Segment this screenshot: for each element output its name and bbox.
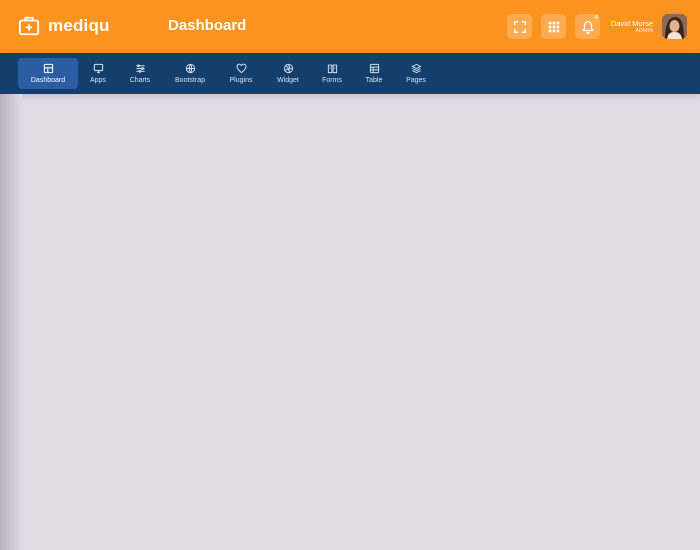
globe-icon (185, 63, 195, 73)
table-icon (369, 63, 379, 73)
nav-item-dashboard[interactable]: Dashboard (18, 58, 78, 89)
nav-label: Forms (322, 76, 342, 84)
heart-icon (236, 63, 246, 73)
nav-item-forms[interactable]: Forms (318, 58, 346, 89)
nav-label: Dashboard (30, 76, 66, 84)
nav-label: Widget (277, 76, 299, 84)
monitor-icon (93, 63, 103, 73)
main-navigation: Dashboard Apps Charts Bootstrap Plugins … (0, 53, 700, 94)
nav-label: Plugins (229, 76, 253, 84)
notification-count-badge: 4 (594, 15, 598, 21)
medical-kit-icon (18, 16, 40, 36)
bell-icon (581, 20, 594, 34)
fullscreen-button[interactable] (507, 14, 532, 39)
avatar[interactable] (662, 14, 687, 39)
dashboard-icon (43, 63, 53, 73)
nav-item-pages[interactable]: Pages (402, 58, 430, 89)
main-content (22, 94, 700, 550)
user-name: David Morse (610, 19, 653, 28)
nav-item-table[interactable]: Table (360, 58, 388, 89)
nav-item-plugins[interactable]: Plugins (224, 58, 258, 89)
sidebar-shadow (0, 94, 22, 550)
nav-label: Apps (90, 76, 106, 84)
nav-label: Pages (406, 76, 426, 84)
sliders-icon (135, 63, 145, 73)
page-title: Dashboard (168, 17, 247, 34)
nav-label: Table (365, 76, 383, 84)
user-photo (662, 14, 687, 39)
user-info[interactable]: David Morse ADMIN (611, 19, 653, 35)
apps-grid-button[interactable] (541, 14, 566, 39)
fullscreen-icon (513, 20, 526, 33)
nav-item-bootstrap[interactable]: Bootstrap (168, 58, 212, 89)
nav-item-charts[interactable]: Charts (124, 58, 156, 89)
layers-icon (410, 63, 422, 73)
nav-item-apps[interactable]: Apps (82, 58, 114, 89)
grid-icon (548, 21, 559, 32)
brand-name: mediqu (48, 16, 110, 35)
book-icon (327, 64, 337, 73)
aperture-icon (283, 63, 293, 73)
top-header: mediqu Dashboard 4 David Morse ADMIN (0, 0, 700, 53)
nav-label: Charts (129, 76, 151, 84)
notifications-button[interactable]: 4 (575, 14, 600, 39)
brand-logo[interactable]: mediqu (18, 15, 110, 37)
nav-item-widget[interactable]: Widget (272, 58, 304, 89)
nav-label: Bootstrap (175, 76, 205, 84)
user-role: ADMIN (635, 28, 653, 34)
